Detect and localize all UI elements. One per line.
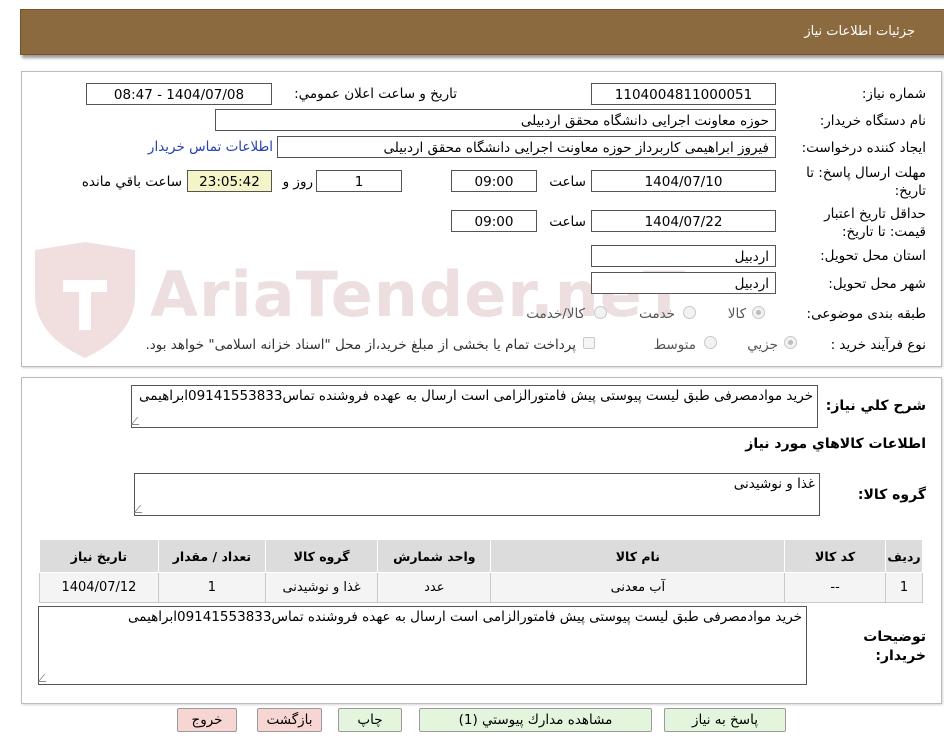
- col-need-date: تاریخ نیاز: [39, 539, 159, 573]
- col-code: کد کالا: [784, 539, 887, 573]
- remaining-label: ساعت باقي مانده: [81, 174, 182, 190]
- process-option-medium: متوسط: [653, 337, 696, 353]
- goods-group-text: غذا و نوشیدنی: [733, 476, 815, 492]
- payment-note: پرداخت تمام یا بخشی از مبلغ خرید،از محل …: [145, 337, 576, 353]
- summary-label: شرح كلي نیاز:: [825, 398, 926, 414]
- buyer-notes-textarea[interactable]: خرید موادمصرفی طبق لیست پیوستی پیش فامتو…: [37, 606, 807, 685]
- buyer-notes-label: توضیحات خریدار:: [863, 629, 926, 664]
- col-quantity: تعداد / مقدار: [157, 539, 266, 573]
- resize-handle-icon[interactable]: [130, 417, 146, 425]
- print-button[interactable]: چاپ: [338, 708, 402, 732]
- page-header: جزئیات اطلاعات نیاز: [20, 9, 944, 55]
- category-option-service: خدمت: [639, 306, 675, 322]
- category-label: طبقه بندی موضوعی:: [806, 306, 926, 322]
- deadline-label: مهلت ارسال پاسخ: تا تاریخ:: [806, 165, 926, 199]
- items-table: ردیف کد کالا نام کالا واحد شمارش گروه کا…: [39, 539, 923, 603]
- validity-hour-label: ساعت: [549, 214, 586, 230]
- category-option-goods: کالا: [727, 306, 746, 322]
- city-field: اردبیل: [591, 272, 776, 294]
- col-row: ردیف: [885, 539, 923, 573]
- buyer-field: حوزه معاونت اجرایی دانشگاه محقق اردبیلی: [215, 109, 776, 131]
- col-group: گروه کالا: [264, 539, 379, 573]
- treasury-checkbox[interactable]: [583, 337, 595, 349]
- watermark-text: AriaTender.neT: [150, 258, 687, 331]
- category-radio-service[interactable]: [683, 306, 696, 319]
- cell-group: غذا و نوشیدنی: [264, 572, 379, 603]
- need-number-field: 1104004811000051: [591, 83, 776, 105]
- reply-button[interactable]: پاسخ به نیاز: [664, 708, 786, 732]
- summary-textarea[interactable]: خرید موادمصرفی طبق لیست پیوستی پیش فامتو…: [130, 385, 818, 428]
- exit-button[interactable]: خروج: [177, 708, 237, 732]
- process-option-minor: جزیي: [747, 337, 778, 353]
- deadline-time-field: 09:00: [451, 170, 537, 192]
- days-field: 1: [316, 170, 402, 192]
- validity-time-field: 09:00: [451, 210, 537, 232]
- cell-name: آب معدنی: [490, 572, 786, 603]
- city-label: شهر محل تحویل:: [828, 276, 926, 292]
- cell-code: --: [784, 572, 887, 603]
- goods-info-heading: اطلاعات كالاهاي مورد نیاز: [745, 436, 926, 452]
- deadline-hour-label: ساعت: [549, 174, 586, 190]
- announce-label: تاریخ و ساعت اعلان عمومي:: [294, 86, 457, 102]
- validity-date-field: 1404/07/22: [591, 210, 776, 232]
- process-radio-minor[interactable]: [784, 336, 797, 349]
- resize-handle-icon[interactable]: [133, 505, 149, 513]
- summary-text: خرید موادمصرفی طبق لیست پیوستی پیش فامتو…: [139, 388, 813, 404]
- announce-datetime-field: 1404/07/08 - 08:47: [86, 83, 272, 105]
- cell-row: 1: [885, 572, 923, 603]
- creator-label: ایجاد کننده درخواست:: [801, 140, 926, 156]
- cell-unit: عدد: [377, 572, 492, 603]
- process-label: نوع فرآیند خرید :: [830, 337, 926, 353]
- province-label: استان محل تحویل:: [820, 248, 926, 264]
- process-radio-medium[interactable]: [704, 336, 717, 349]
- page-title: جزئیات اطلاعات نیاز: [804, 24, 915, 39]
- remaining-time-field: 23:05:42: [187, 170, 272, 192]
- col-name: نام کالا: [490, 539, 786, 573]
- resize-handle-icon[interactable]: [37, 674, 53, 682]
- table-row: 1 -- آب معدنی عدد غذا و نوشیدنی 1 1404/0…: [39, 572, 923, 603]
- table-header-row: ردیف کد کالا نام کالا واحد شمارش گروه کا…: [39, 539, 923, 573]
- category-option-goods-service: کالا/خدمت: [526, 306, 585, 322]
- goods-group-label: گروه کالا:: [857, 487, 926, 503]
- buyer-contact-link[interactable]: اطلاعات تماس خریدار: [140, 139, 273, 155]
- creator-field: فیروز ابراهیمی کاربرداز حوزه معاونت اجرا…: [277, 136, 776, 158]
- validity-label: حداقل تاریخ اعتبار قیمت: تا تاریخ:: [824, 206, 926, 240]
- need-number-label: شماره نیاز:: [861, 86, 926, 102]
- buyer-label: نام دستگاه خریدار:: [819, 113, 926, 129]
- back-button[interactable]: بازگشت: [257, 708, 322, 732]
- category-radio-goods[interactable]: [752, 306, 765, 319]
- col-unit: واحد شمارش: [377, 539, 492, 573]
- cell-quantity: 1: [157, 572, 266, 603]
- days-label: روز و: [282, 174, 313, 190]
- category-radio-goods-service[interactable]: [594, 306, 607, 319]
- view-attachments-button[interactable]: مشاهده مدارك پیوستي (1): [419, 708, 652, 732]
- buyer-notes-text: خرید موادمصرفی طبق لیست پیوستی پیش فامتو…: [128, 609, 802, 625]
- cell-need-date: 1404/07/12: [39, 572, 159, 603]
- province-field: اردبیل: [591, 245, 776, 267]
- goods-group-textarea[interactable]: غذا و نوشیدنی: [133, 473, 820, 516]
- deadline-date-field: 1404/07/10: [591, 170, 776, 192]
